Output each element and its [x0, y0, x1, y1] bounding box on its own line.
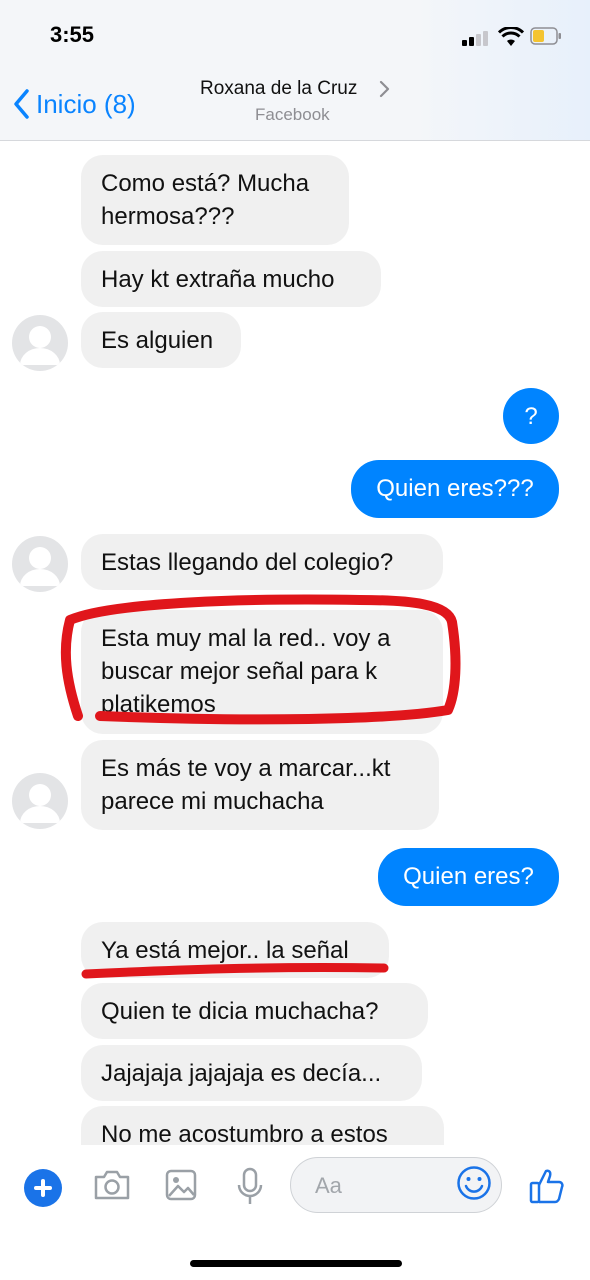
contact-subtitle: Facebook: [255, 105, 330, 124]
avatar[interactable]: [12, 536, 68, 592]
avatar[interactable]: [12, 773, 68, 829]
plus-icon[interactable]: [24, 1169, 62, 1207]
microphone-icon[interactable]: [236, 1167, 264, 1207]
battery-icon: [530, 27, 561, 45]
message-thread[interactable]: Como está? Mucha hermosa??? Hay kt extra…: [0, 140, 590, 1145]
message-bubble-incoming[interactable]: No me acostumbro a estos: [81, 1106, 444, 1145]
message-bubble-incoming[interactable]: Ya está mejor.. la señal: [81, 922, 389, 978]
chevron-left-icon: [14, 89, 29, 119]
composer-bar: Aa: [0, 1145, 590, 1280]
message-bubble-outgoing[interactable]: ?: [503, 388, 559, 444]
message-bubble-incoming[interactable]: Es alguien: [81, 312, 241, 368]
home-indicator: [190, 1260, 402, 1267]
contact-name[interactable]: Roxana de la Cruz: [200, 78, 357, 100]
back-button[interactable]: Inicio (8): [12, 84, 136, 124]
avatar-placeholder-icon: [20, 547, 60, 586]
message-bubble-incoming[interactable]: Hay kt extraña mucho: [81, 251, 381, 307]
message-bubble-outgoing[interactable]: Quien eres???: [351, 460, 559, 518]
thumbs-up-icon[interactable]: [528, 1167, 566, 1205]
avatar-placeholder-icon: [20, 326, 60, 365]
image-icon[interactable]: [164, 1167, 198, 1203]
emoji-icon[interactable]: [456, 1165, 492, 1201]
message-bubble-incoming[interactable]: Estas llegando del colegio?: [81, 534, 443, 590]
message-bubble-outgoing[interactable]: Quien eres?: [378, 848, 559, 906]
back-label: Inicio (8): [36, 88, 136, 119]
avatar-placeholder-icon: [20, 784, 60, 823]
input-placeholder: Aa: [315, 1173, 342, 1198]
signal-icon: [462, 30, 490, 46]
header: 3:55 Inicio (8) Roxana de la Cruz Facebo…: [0, 0, 590, 141]
message-bubble-incoming[interactable]: Es más te voy a marcar...kt parece mi mu…: [81, 740, 439, 830]
message-bubble-incoming[interactable]: Como está? Mucha hermosa???: [81, 155, 349, 245]
message-bubble-incoming[interactable]: Jajajaja jajajaja es decía...: [81, 1045, 422, 1101]
chevron-right-icon[interactable]: [378, 80, 390, 98]
status-time: 3:55: [50, 22, 95, 47]
wifi-icon: [498, 27, 524, 46]
message-bubble-incoming[interactable]: Esta muy mal la red.. voy a buscar mejor…: [81, 610, 443, 734]
camera-icon[interactable]: [92, 1167, 132, 1203]
avatar[interactable]: [12, 315, 68, 371]
message-bubble-incoming[interactable]: Quien te dicia muchacha?: [81, 983, 428, 1039]
